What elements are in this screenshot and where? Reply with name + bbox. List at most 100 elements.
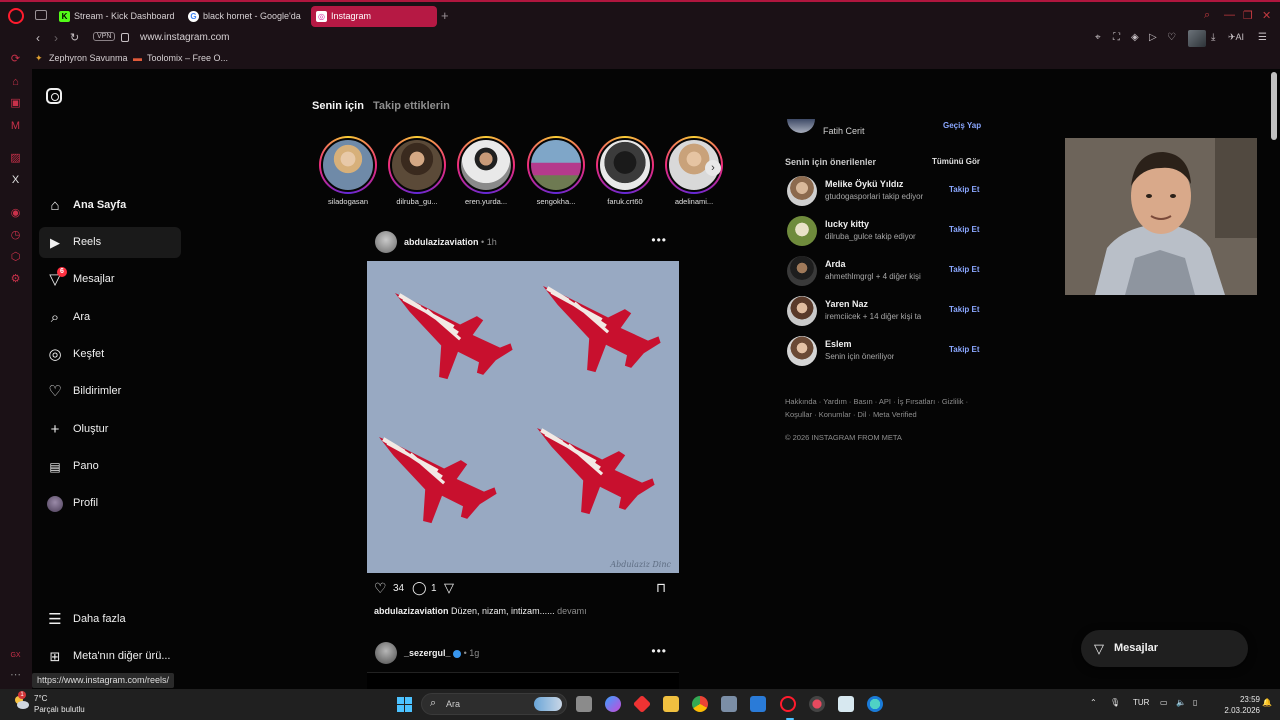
network-icon[interactable]: ▭ (1160, 698, 1168, 707)
follow-button[interactable]: Takip Et (949, 345, 980, 354)
mail-icon[interactable] (750, 696, 766, 712)
follow-button[interactable]: Takip Et (949, 265, 980, 274)
snapshot-icon[interactable]: ⌖ (1095, 32, 1101, 43)
opera-gx-icon[interactable] (780, 696, 796, 720)
nav-search[interactable]: ⌕ Ara (39, 302, 181, 333)
story-item[interactable]: faruk.crt60 (595, 136, 655, 206)
back-icon[interactable]: ‹ (36, 31, 40, 45)
post-author[interactable]: _sezergul_ • 1g (404, 648, 479, 658)
weather-widget[interactable]: 1 (12, 691, 30, 711)
gmail-icon[interactable]: M (9, 120, 22, 133)
battery-icon[interactable]: ▯ (1193, 698, 1197, 707)
suggestion-name[interactable]: Eslem (825, 339, 852, 349)
nav-messages[interactable]: ▽ 6 Mesajlar (39, 264, 181, 295)
post-avatar[interactable] (375, 642, 397, 664)
extensions-icon[interactable]: ⬡ (9, 251, 22, 264)
story-item[interactable]: sengokha... (526, 136, 586, 206)
bookmark-toolomix[interactable]: ▬ Toolomix – Free O... (133, 53, 228, 63)
current-username[interactable]: Fatih Cerit (823, 126, 865, 136)
suggestion-avatar[interactable] (787, 216, 817, 246)
gx-icon[interactable]: GX (9, 649, 22, 662)
x-twitter-icon[interactable]: X (9, 174, 22, 187)
play-icon[interactable]: ▷ (1149, 32, 1157, 43)
speed-dial-icon[interactable]: ⟳ (9, 53, 22, 66)
suggestion-name[interactable]: Arda (825, 259, 846, 269)
opera-logo-icon[interactable] (8, 8, 24, 24)
nav-reels[interactable]: ▶ Reels (39, 227, 181, 258)
nav-create[interactable]: + Oluştur (39, 414, 181, 445)
copilot-icon[interactable] (605, 696, 621, 712)
post-username[interactable]: abdulazizaviation (404, 237, 479, 247)
story-next-icon[interactable]: › (705, 160, 721, 176)
nav-meta-products[interactable]: ⊞ Meta'nın diğer ürü... (39, 641, 181, 672)
url-field[interactable]: www.instagram.com (140, 32, 229, 43)
tab-following[interactable]: Takip ettiklerin (373, 100, 450, 112)
nav-notifications[interactable]: ♡ Bildirimler (39, 376, 181, 407)
notifications-icon[interactable]: 🔔 (1262, 698, 1272, 707)
minimize-icon[interactable]: — (1224, 9, 1235, 21)
taskbar-search[interactable]: ⌕ Ara (421, 693, 567, 715)
weather-temp[interactable]: 7°C (34, 694, 47, 703)
comment-icon[interactable]: ◯ (412, 580, 427, 596)
post-author[interactable]: abdulazizaviation • 1h (404, 237, 497, 247)
suggestion-avatar[interactable] (787, 256, 817, 286)
task-view-icon[interactable] (576, 696, 592, 712)
file-explorer-icon[interactable] (663, 696, 679, 712)
follow-button[interactable]: Takip Et (949, 225, 980, 234)
suggestion-name[interactable]: Melike Öykü Yıldız (825, 179, 903, 189)
download-icon[interactable]: ⤓ (1211, 32, 1215, 43)
player-icon[interactable]: ◉ (9, 207, 22, 220)
settings-icon[interactable]: ⚙ (9, 273, 22, 286)
language-indicator[interactable]: TUR (1133, 698, 1149, 707)
story-item[interactable]: eren.yurda... (456, 136, 516, 206)
footer-line[interactable]: Koşullar · Konumlar · Dil · Meta Verifie… (785, 408, 985, 421)
caption-username[interactable]: abdulazizaviation (374, 606, 449, 616)
tab-instagram[interactable]: ◎ Instagram (311, 6, 437, 27)
bag-icon[interactable]: ⌂ (9, 76, 22, 89)
share-icon[interactable]: ▽ (444, 580, 454, 596)
maximize-icon[interactable]: ❐ (1243, 9, 1253, 22)
bookmark-icon[interactable]: ⊓ (656, 580, 666, 596)
history-icon[interactable]: ◷ (9, 229, 22, 242)
chrome-icon[interactable] (692, 696, 708, 712)
vpn-badge[interactable]: VPN (93, 32, 116, 41)
easy-setup-icon[interactable]: ☰ (1258, 32, 1267, 43)
like-icon[interactable]: ♡ (374, 580, 387, 597)
tab-for-you[interactable]: Senin için (312, 100, 364, 112)
search-tabs-icon[interactable]: ⌕ (1204, 9, 1210, 22)
tab-islands-icon[interactable] (35, 10, 47, 20)
forward-icon[interactable]: › (54, 31, 58, 45)
app-red-icon[interactable] (632, 694, 652, 714)
microphone-icon[interactable]: 🎙 (1110, 698, 1120, 707)
story-item[interactable]: dilruba_gu... (387, 136, 447, 206)
profile-avatar[interactable] (1188, 30, 1206, 47)
suggestion-name[interactable]: Yaren Naz (825, 299, 868, 309)
caption-more-link[interactable]: devamı (557, 606, 587, 616)
reload-icon[interactable]: ↻ (70, 31, 79, 44)
aria-ai-button[interactable]: ✈AI (1228, 32, 1244, 43)
nav-home[interactable]: ⌂ Ana Sayfa (39, 190, 181, 221)
footer-line[interactable]: Hakkında · Yardım · Basın · API · İş Fır… (785, 395, 985, 408)
nav-more[interactable]: ☰ Daha fazla (39, 604, 181, 635)
shield-icon[interactable]: ◈ (1131, 32, 1139, 43)
new-tab-icon[interactable]: + (441, 8, 449, 23)
volume-icon[interactable]: 🔈 (1176, 698, 1186, 707)
page-scrollbar[interactable] (1271, 72, 1277, 140)
story-item[interactable]: siladogasan (318, 136, 378, 206)
tab-google-search[interactable]: G black hornet - Google'da Ara (183, 6, 301, 27)
post-avatar[interactable] (375, 231, 397, 253)
more-icon[interactable]: ⋯ (9, 669, 22, 682)
nav-dashboard[interactable]: ▤ Pano (39, 451, 181, 482)
weather-desc[interactable]: Parçalı bulutlu (34, 705, 85, 714)
suggestion-avatar[interactable] (787, 296, 817, 326)
tray-overflow-icon[interactable]: ⌃ (1090, 698, 1097, 707)
post-options-icon[interactable]: ••• (651, 644, 667, 658)
nav-explore[interactable]: ◎ Keşfet (39, 339, 181, 370)
current-user-avatar[interactable] (787, 119, 815, 133)
suggestion-avatar[interactable] (787, 336, 817, 366)
like-count[interactable]: 34 (393, 583, 404, 594)
crop-icon[interactable]: ⛶ (1113, 32, 1120, 43)
clock[interactable]: 23:59 2.03.2026 (1220, 694, 1260, 716)
switch-account-button[interactable]: Geçiş Yap (943, 121, 981, 130)
edge-icon[interactable] (867, 696, 883, 712)
